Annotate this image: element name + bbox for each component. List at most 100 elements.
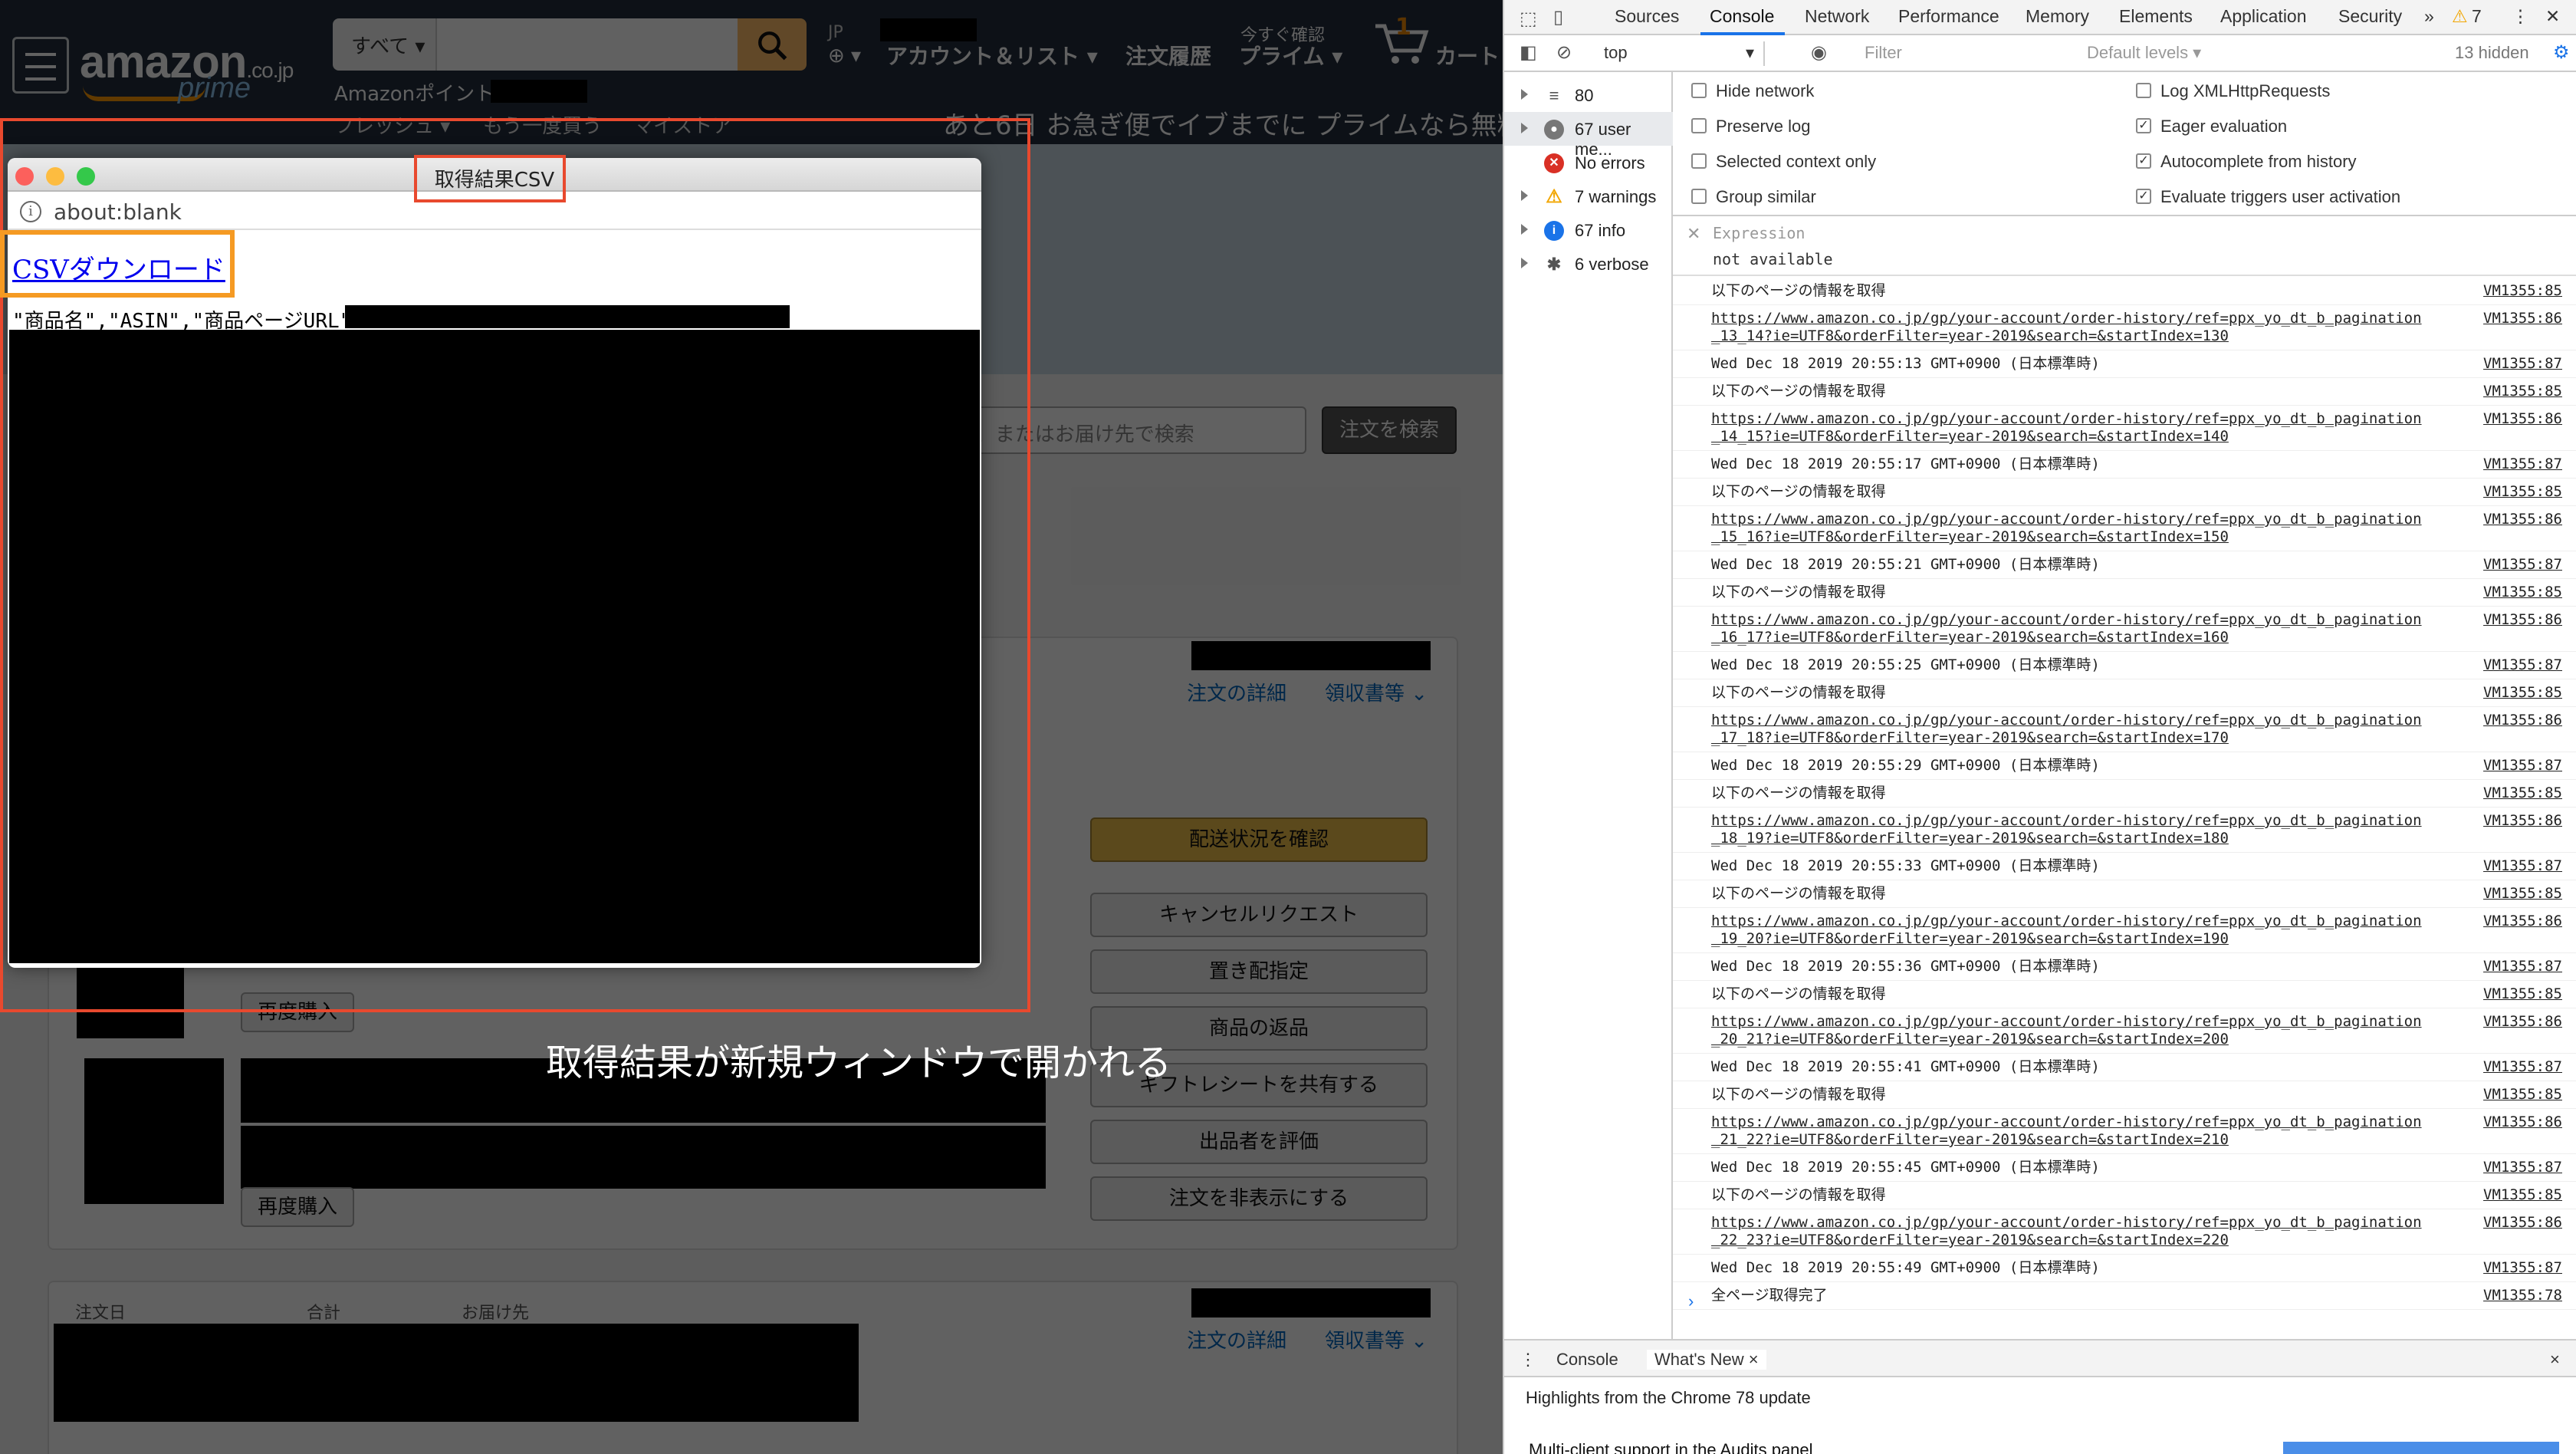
- log-source-link[interactable]: VM1355:85: [2483, 383, 2562, 400]
- tab-elements[interactable]: Elements: [2119, 6, 2193, 27]
- sidebar-item-user-messages[interactable]: ● 67 user me...: [1504, 112, 1673, 159]
- search-category-select[interactable]: すべて ▾: [333, 18, 437, 71]
- log-source-link[interactable]: VM1355:87: [2483, 656, 2562, 674]
- log-source-link[interactable]: VM1355:86: [2483, 611, 2562, 629]
- log-url-link[interactable]: https://www.amazon.co.jp/gp/your-account…: [1711, 712, 2422, 746]
- log-source-link[interactable]: VM1355:86: [2483, 913, 2562, 930]
- log-source-link[interactable]: VM1355:86: [2483, 712, 2562, 729]
- close-tab-icon[interactable]: ×: [1749, 1350, 1759, 1369]
- drawer-menu-icon[interactable]: ⋮: [1520, 1350, 1536, 1370]
- log-source-link[interactable]: VM1355:85: [2483, 483, 2562, 501]
- orders-link[interactable]: 注文履歴: [1125, 40, 1211, 71]
- hide-network-checkbox[interactable]: Hide network: [1691, 81, 1814, 101]
- log-url-link[interactable]: https://www.amazon.co.jp/gp/your-account…: [1711, 1214, 2422, 1248]
- close-drawer-icon[interactable]: ×: [2550, 1350, 2560, 1370]
- log-source-link[interactable]: VM1355:85: [2483, 885, 2562, 903]
- log-source-link[interactable]: VM1355:86: [2483, 1214, 2562, 1232]
- log-source-link[interactable]: VM1355:86: [2483, 812, 2562, 830]
- log-url-link[interactable]: https://www.amazon.co.jp/gp/your-account…: [1711, 611, 2422, 646]
- log-url-link[interactable]: https://www.amazon.co.jp/gp/your-account…: [1711, 310, 2422, 344]
- selected-context-checkbox[interactable]: Selected context only: [1691, 152, 1876, 172]
- log-levels-select[interactable]: Default levels ▾: [2087, 43, 2201, 63]
- expression-label[interactable]: Expression: [1713, 224, 1805, 242]
- expand-arrow-icon[interactable]: [1521, 258, 1528, 268]
- tab-memory[interactable]: Memory: [2026, 6, 2089, 27]
- tab-network[interactable]: Network: [1805, 6, 1869, 27]
- sidebar-item-messages[interactable]: ≡ 80 messages: [1504, 78, 1673, 125]
- warning-icon[interactable]: ⚠: [2452, 6, 2468, 27]
- autocomplete-checkbox[interactable]: ✓ Autocomplete from history: [2136, 152, 2357, 172]
- expand-arrow-icon[interactable]: [1521, 190, 1528, 201]
- drawer-tab-console[interactable]: Console: [1556, 1350, 1618, 1370]
- remove-expression-icon[interactable]: ✕: [1687, 224, 1700, 244]
- tab-performance[interactable]: Performance: [1898, 6, 1999, 27]
- log-source-link[interactable]: VM1355:85: [2483, 684, 2562, 702]
- log-source-link[interactable]: VM1355:85: [2483, 785, 2562, 802]
- amazon-points-label[interactable]: Amazonポイント: [334, 78, 495, 107]
- drawer-tab-whats-new[interactable]: What's New ×: [1647, 1350, 1766, 1370]
- log-url-link[interactable]: https://www.amazon.co.jp/gp/your-account…: [1711, 410, 2422, 445]
- log-url-link[interactable]: https://www.amazon.co.jp/gp/your-account…: [1711, 511, 2422, 545]
- inspect-icon[interactable]: ⬚: [1520, 8, 1537, 30]
- user-activation-checkbox[interactable]: ✓ Evaluate triggers user activation: [2136, 187, 2400, 207]
- prime-link[interactable]: プライム ▾: [1239, 40, 1342, 71]
- menu-icon[interactable]: [12, 37, 69, 94]
- cart-link[interactable]: カート: [1435, 40, 1500, 71]
- hide-order-button[interactable]: 注文を非表示にする: [1090, 1176, 1428, 1221]
- log-source-link[interactable]: VM1355:86: [2483, 1114, 2562, 1131]
- more-tabs-icon[interactable]: »: [2424, 6, 2434, 27]
- track-package-button[interactable]: 配送状況を確認: [1090, 817, 1428, 862]
- log-url-link[interactable]: https://www.amazon.co.jp/gp/your-account…: [1711, 913, 2422, 947]
- log-source-link[interactable]: VM1355:85: [2483, 1186, 2562, 1204]
- log-source-link[interactable]: VM1355:87: [2483, 456, 2562, 473]
- sidebar-item-verbose[interactable]: ✱ 6 verbose: [1504, 247, 1673, 281]
- order-search-button[interactable]: 注文を検索: [1322, 406, 1457, 454]
- log-url-link[interactable]: https://www.amazon.co.jp/gp/your-account…: [1711, 812, 2422, 847]
- expand-arrow-icon[interactable]: [1521, 224, 1528, 235]
- preserve-log-checkbox[interactable]: Preserve log: [1691, 117, 1811, 137]
- log-source-link[interactable]: VM1355:85: [2483, 985, 2562, 1003]
- log-source-link[interactable]: VM1355:87: [2483, 857, 2562, 875]
- log-source-link[interactable]: VM1355:87: [2483, 1058, 2562, 1076]
- log-url-link[interactable]: https://www.amazon.co.jp/gp/your-account…: [1711, 1114, 2422, 1148]
- log-source-link[interactable]: VM1355:87: [2483, 1159, 2562, 1176]
- kebab-menu-icon[interactable]: ⋮: [2512, 6, 2529, 27]
- clear-console-icon[interactable]: ⊘: [1556, 41, 1572, 64]
- tab-security[interactable]: Security: [2338, 6, 2402, 27]
- account-lists-link[interactable]: アカウント＆リスト ▾: [886, 40, 1098, 71]
- tab-sources[interactable]: Sources: [1615, 6, 1679, 27]
- delivery-place-button[interactable]: 置き配指定: [1090, 949, 1428, 994]
- console-filter-input[interactable]: Filter: [1857, 41, 2049, 66]
- eager-eval-checkbox[interactable]: ✓ Eager evaluation: [2136, 117, 2287, 137]
- log-source-link[interactable]: VM1355:87: [2483, 958, 2562, 975]
- log-source-link[interactable]: VM1355:85: [2483, 1086, 2562, 1104]
- log-xhr-checkbox[interactable]: Log XMLHttpRequests: [2136, 81, 2330, 101]
- log-source-link[interactable]: VM1355:87: [2483, 355, 2562, 373]
- rate-seller-button[interactable]: 出品者を評価: [1090, 1120, 1428, 1164]
- log-source-link[interactable]: VM1355:87: [2483, 757, 2562, 775]
- context-select[interactable]: top ▾: [1596, 41, 1765, 66]
- globe-icon[interactable]: ⊕ ▾: [828, 44, 861, 67]
- log-source-link[interactable]: VM1355:85: [2483, 282, 2562, 300]
- expand-arrow-icon[interactable]: [1521, 123, 1528, 133]
- tab-console[interactable]: Console: [1710, 6, 1774, 27]
- log-url-link[interactable]: https://www.amazon.co.jp/gp/your-account…: [1711, 1013, 2422, 1048]
- console-prompt[interactable]: ›: [1688, 1291, 1694, 1311]
- console-settings-gear-icon[interactable]: ⚙: [2553, 41, 2570, 64]
- close-devtools-icon[interactable]: ✕: [2545, 6, 2560, 27]
- search-input[interactable]: [437, 18, 739, 71]
- tab-application[interactable]: Application: [2220, 6, 2307, 27]
- whats-new-item[interactable]: Multi-client support in the Audits panel: [1529, 1440, 1813, 1454]
- expand-arrow-icon[interactable]: [1521, 89, 1528, 100]
- receipt-link[interactable]: 領収書等 ⌄: [1325, 678, 1428, 706]
- group-similar-checkbox[interactable]: Group similar: [1691, 187, 1816, 207]
- sidebar-item-errors[interactable]: ✕ No errors: [1504, 146, 1673, 179]
- rebuy-button[interactable]: 再度購入: [241, 1187, 354, 1227]
- sidebar-item-warnings[interactable]: ⚠ 7 warnings: [1504, 179, 1673, 213]
- log-source-link[interactable]: VM1355:85: [2483, 584, 2562, 601]
- log-source-link[interactable]: VM1355:78: [2483, 1287, 2562, 1304]
- log-source-link[interactable]: VM1355:87: [2483, 1259, 2562, 1277]
- log-source-link[interactable]: VM1355:86: [2483, 410, 2562, 428]
- eye-icon[interactable]: ◉: [1811, 41, 1827, 64]
- order-details-link[interactable]: 注文の詳細: [1187, 1325, 1286, 1354]
